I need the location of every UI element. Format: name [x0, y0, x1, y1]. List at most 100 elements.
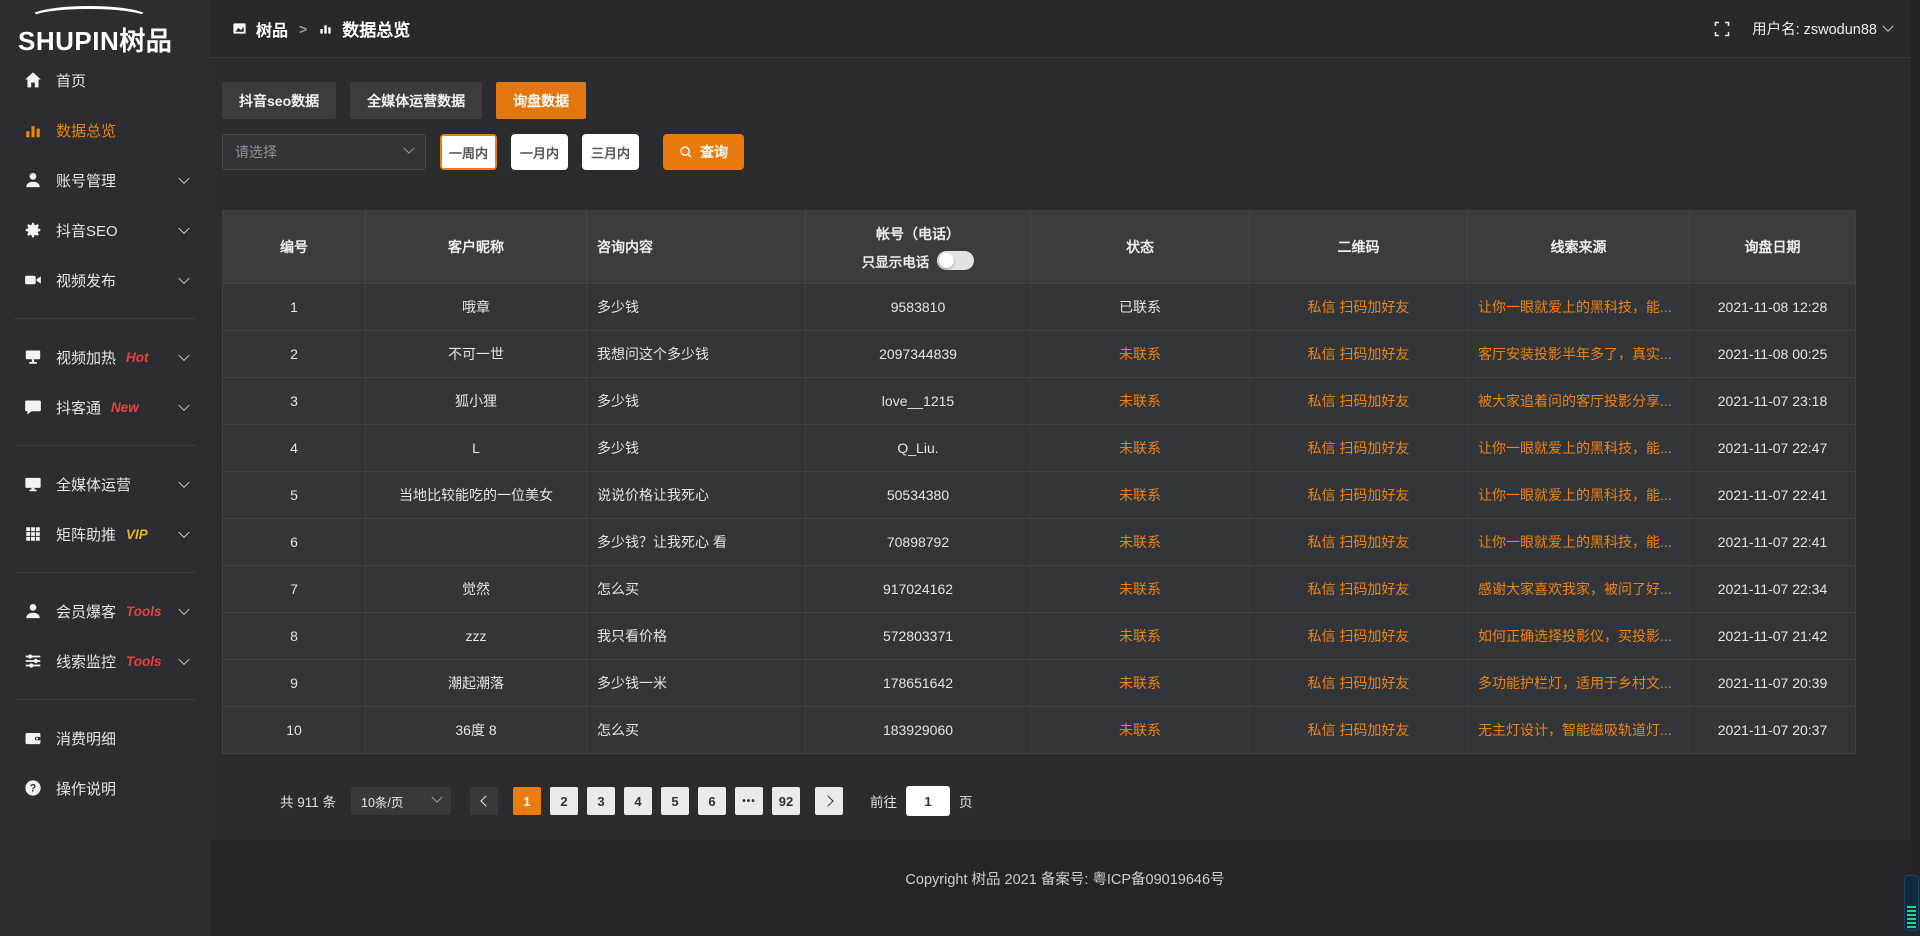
page-button-4[interactable]: 4	[624, 787, 652, 815]
goto-page: 前往 页	[870, 786, 973, 816]
tab-omnimedia-data[interactable]: 全媒体运营数据	[350, 82, 482, 119]
sidebar-item-help[interactable]: ? 操作说明	[0, 763, 210, 813]
sidebar: SHUPIN树品 首页 数据总览 账号管理 抖音SEO 视频发布	[0, 0, 210, 936]
cell-lead-source-link[interactable]: 无主灯设计，智能磁吸轨道灯...	[1468, 707, 1690, 753]
prev-page-button[interactable]	[470, 787, 498, 815]
cell-qrcode-links[interactable]: 私信 扫码加好友	[1250, 425, 1468, 471]
table-row: 1 哦章 多少钱 9583810 已联系 私信 扫码加好友 让你一眼就爱上的黑科…	[223, 283, 1855, 330]
cell-id: 3	[223, 378, 366, 424]
cell-lead-source-link[interactable]: 客厅安装投影半年多了，真实...	[1468, 331, 1690, 377]
topbar: 树品 > 数据总览 用户名: zswodun88	[210, 0, 1920, 58]
fullscreen-icon[interactable]	[1714, 21, 1730, 37]
sidebar-item-label: 消费明细	[56, 728, 116, 749]
tab-douyin-seo-data[interactable]: 抖音seo数据	[222, 82, 336, 119]
sidebar-item-douketong[interactable]: 抖客通 New	[0, 382, 210, 432]
sidebar-item-member-burst[interactable]: 会员爆客 Tools	[0, 586, 210, 636]
cell-id: 10	[223, 707, 366, 753]
cell-inquiry: 多少钱	[587, 425, 806, 471]
cell-account: Q_Liu.	[806, 425, 1031, 471]
cell-qrcode-links[interactable]: 私信 扫码加好友	[1250, 331, 1468, 377]
corner-extension-widget[interactable]	[1904, 875, 1919, 931]
cell-lead-source-link[interactable]: 让你一眼就爱上的黑科技，能...	[1468, 472, 1690, 518]
sidebar-item-data-overview[interactable]: 数据总览	[0, 105, 210, 155]
page-button-92[interactable]: 92	[772, 787, 800, 815]
cell-lead-source-link[interactable]: 让你一眼就爱上的黑科技，能...	[1468, 284, 1690, 330]
search-button[interactable]: 查询	[663, 134, 744, 170]
page-size-value: 10条/页	[361, 792, 403, 811]
cell-qrcode-links[interactable]: 私信 扫码加好友	[1250, 472, 1468, 518]
sidebar-item-label: 视频加热	[56, 347, 116, 368]
cell-status: 未联系	[1031, 660, 1250, 706]
page-ellipsis-button[interactable]: •••	[735, 787, 763, 815]
breadcrumb-root[interactable]: 树品	[256, 17, 288, 41]
inquiry-table: 编号 客户昵称 咨询内容 帐号（电话） 只显示电话 状态 二维码 线索来源 询盘…	[222, 210, 1856, 754]
scrollbar-track[interactable]	[1911, 0, 1920, 936]
cell-qrcode-links[interactable]: 私信 扫码加好友	[1250, 519, 1468, 565]
search-icon	[679, 145, 693, 159]
cell-qrcode-links[interactable]: 私信 扫码加好友	[1250, 378, 1468, 424]
cell-inquiry: 我只看价格	[587, 613, 806, 659]
col-header-account: 帐号（电话） 只显示电话	[806, 211, 1031, 283]
period-quarter-button[interactable]: 三月内	[582, 134, 639, 170]
page-button-5[interactable]: 5	[661, 787, 689, 815]
sidebar-item-video-heat[interactable]: 视频加热 Hot	[0, 332, 210, 382]
cell-qrcode-links[interactable]: 私信 扫码加好友	[1250, 707, 1468, 753]
cell-account: 178651642	[806, 660, 1031, 706]
topbar-right: 用户名: zswodun88	[1714, 18, 1892, 39]
col-header-status: 状态	[1031, 211, 1250, 283]
sidebar-item-spend-detail[interactable]: 消费明细	[0, 713, 210, 763]
sidebar-item-omnimedia[interactable]: 全媒体运营	[0, 459, 210, 509]
sidebar-item-account-mgmt[interactable]: 账号管理	[0, 155, 210, 205]
page-button-3[interactable]: 3	[587, 787, 615, 815]
cell-date: 2021-11-07 22:41	[1690, 519, 1855, 565]
period-week-button[interactable]: 一周内	[440, 134, 497, 170]
cell-lead-source-link[interactable]: 让你一眼就爱上的黑科技，能...	[1468, 519, 1690, 565]
cell-qrcode-links[interactable]: 私信 扫码加好友	[1250, 660, 1468, 706]
video-camera-icon	[24, 271, 42, 289]
cell-inquiry: 怎么买	[587, 566, 806, 612]
cell-date: 2021-11-07 20:37	[1690, 707, 1855, 753]
cell-account: 50534380	[806, 472, 1031, 518]
home-icon	[24, 71, 42, 89]
cell-lead-source-link[interactable]: 如何正确选择投影仪，买投影...	[1468, 613, 1690, 659]
goto-page-input[interactable]	[906, 786, 950, 816]
cell-id: 5	[223, 472, 366, 518]
new-badge: New	[111, 400, 139, 415]
table-header-row: 编号 客户昵称 咨询内容 帐号（电话） 只显示电话 状态 二维码 线索来源 询盘…	[223, 211, 1855, 283]
cell-inquiry: 怎么买	[587, 707, 806, 753]
sidebar-item-matrix-boost[interactable]: 矩阵助推 VIP	[0, 509, 210, 559]
next-page-button[interactable]	[815, 787, 843, 815]
cell-qrcode-links[interactable]: 私信 扫码加好友	[1250, 613, 1468, 659]
sidebar-item-video-publish[interactable]: 视频发布	[0, 255, 210, 305]
tools-badge: Tools	[126, 654, 162, 669]
period-month-button[interactable]: 一月内	[511, 134, 568, 170]
cell-lead-source-link[interactable]: 多功能护栏灯，适用于乡村文...	[1468, 660, 1690, 706]
page-button-6[interactable]: 6	[698, 787, 726, 815]
page-button-2[interactable]: 2	[550, 787, 578, 815]
account-select[interactable]: 请选择	[222, 134, 426, 170]
sidebar-divider	[14, 445, 196, 446]
phone-only-toggle[interactable]	[937, 251, 974, 270]
cell-qrcode-links[interactable]: 私信 扫码加好友	[1250, 284, 1468, 330]
cell-account: 70898792	[806, 519, 1031, 565]
page-size-select[interactable]: 10条/页	[351, 787, 451, 815]
cell-lead-source-link[interactable]: 让你一眼就爱上的黑科技，能...	[1468, 425, 1690, 471]
cell-lead-source-link[interactable]: 被大家追着问的客厅投影分享...	[1468, 378, 1690, 424]
cell-inquiry: 多少钱？让我死心 看	[587, 519, 806, 565]
sidebar-item-home[interactable]: 首页	[0, 55, 210, 105]
page-button-1[interactable]: 1	[513, 787, 541, 815]
sidebar-item-lead-monitor[interactable]: 线索监控 Tools	[0, 636, 210, 686]
sidebar-item-douyin-seo[interactable]: 抖音SEO	[0, 205, 210, 255]
cell-nickname: 不可一世	[366, 331, 587, 377]
member-icon	[24, 602, 42, 620]
select-placeholder: 请选择	[235, 142, 277, 162]
chart-icon	[318, 21, 333, 36]
logo-brand-cn: 树品	[119, 26, 172, 56]
cell-qrcode-links[interactable]: 私信 扫码加好友	[1250, 566, 1468, 612]
cell-date: 2021-11-07 22:47	[1690, 425, 1855, 471]
screen-icon	[24, 348, 42, 366]
table-row: 2 不可一世 我想问这个多少钱 2097344839 未联系 私信 扫码加好友 …	[223, 330, 1855, 377]
cell-lead-source-link[interactable]: 感谢大家喜欢我家，被问了好...	[1468, 566, 1690, 612]
tab-inquiry-data[interactable]: 询盘数据	[496, 82, 586, 119]
user-menu[interactable]: 用户名: zswodun88	[1752, 18, 1892, 39]
